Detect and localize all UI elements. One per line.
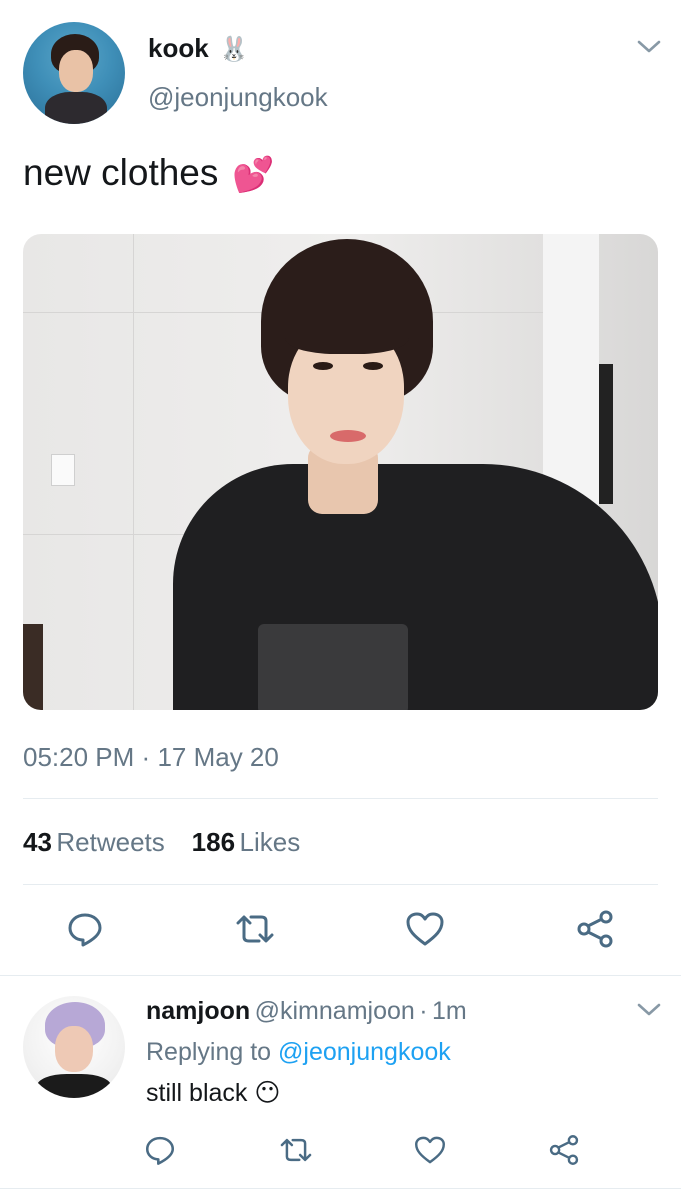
divider (0, 975, 681, 976)
retweets-count: 43 (23, 827, 52, 857)
heart-icon (413, 1133, 447, 1172)
reply-age: 1m (432, 997, 467, 1025)
meta-separator: · (141, 742, 151, 772)
heart-icon (404, 909, 446, 954)
reply-header: namjoon @kimnamjoon · 1m (146, 997, 467, 1026)
replying-to-row: Replying to @jeonjungkook (146, 1038, 451, 1067)
replying-handle-link[interactable]: @jeonjungkook (278, 1038, 451, 1066)
reply-author-handle[interactable]: @kimnamjoon (255, 997, 415, 1025)
likes-stat[interactable]: 186 Likes (192, 827, 301, 857)
share-icon (547, 1133, 581, 1172)
likes-count: 186 (191, 827, 236, 857)
like-button[interactable] (402, 908, 448, 954)
author-name-row[interactable]: kook 🐰 (148, 33, 249, 64)
retweet-icon (277, 1133, 315, 1172)
two-hearts-icon: 💕 (232, 156, 275, 195)
retweets-stat[interactable]: 43 Retweets (23, 827, 169, 857)
retweets-label: Retweets (56, 827, 165, 857)
divider (0, 1188, 681, 1189)
reply-button[interactable] (62, 908, 108, 954)
chevron-down-icon[interactable] (636, 1001, 662, 1024)
share-icon (574, 908, 616, 955)
chevron-down-icon[interactable] (636, 38, 662, 61)
reply-button[interactable] (140, 1132, 180, 1172)
reply-text: still black (146, 1079, 248, 1107)
reply-icon (65, 909, 105, 954)
retweet-button[interactable] (274, 1132, 318, 1172)
tweet-stats: 43 Retweets 186 Likes (23, 827, 300, 858)
divider (23, 798, 658, 799)
retweet-button[interactable] (232, 908, 278, 954)
like-button[interactable] (410, 1132, 450, 1172)
rabbit-icon: 🐰 (219, 36, 250, 63)
reply-author-name[interactable]: namjoon (146, 997, 250, 1025)
divider (23, 884, 658, 885)
meta-separator: · (419, 997, 428, 1025)
author-avatar[interactable] (23, 22, 125, 124)
reply-author-avatar[interactable] (23, 996, 125, 1098)
tweet-photo[interactable] (23, 234, 658, 710)
tweet-time: 05:20 PM (23, 742, 135, 772)
reply-text-row: still black 😶 (146, 1078, 280, 1108)
tweet-text-row: new clothes 💕 (23, 152, 275, 195)
author-handle[interactable]: @jeonjungkook (148, 82, 328, 113)
tweet-date: 17 May 20 (157, 742, 279, 772)
reply-icon (143, 1133, 177, 1172)
likes-label: Likes (239, 827, 301, 857)
tweet-text: new clothes (23, 152, 219, 193)
replying-prefix: Replying to (146, 1038, 272, 1066)
share-button[interactable] (572, 908, 618, 954)
no-mouth-face-icon: 😶 (254, 1079, 281, 1107)
retweet-icon (232, 909, 278, 954)
share-button[interactable] (544, 1132, 584, 1172)
author-name: kook (148, 33, 209, 63)
tweet-timestamp[interactable]: 05:20 PM · 17 May 20 (23, 742, 279, 773)
